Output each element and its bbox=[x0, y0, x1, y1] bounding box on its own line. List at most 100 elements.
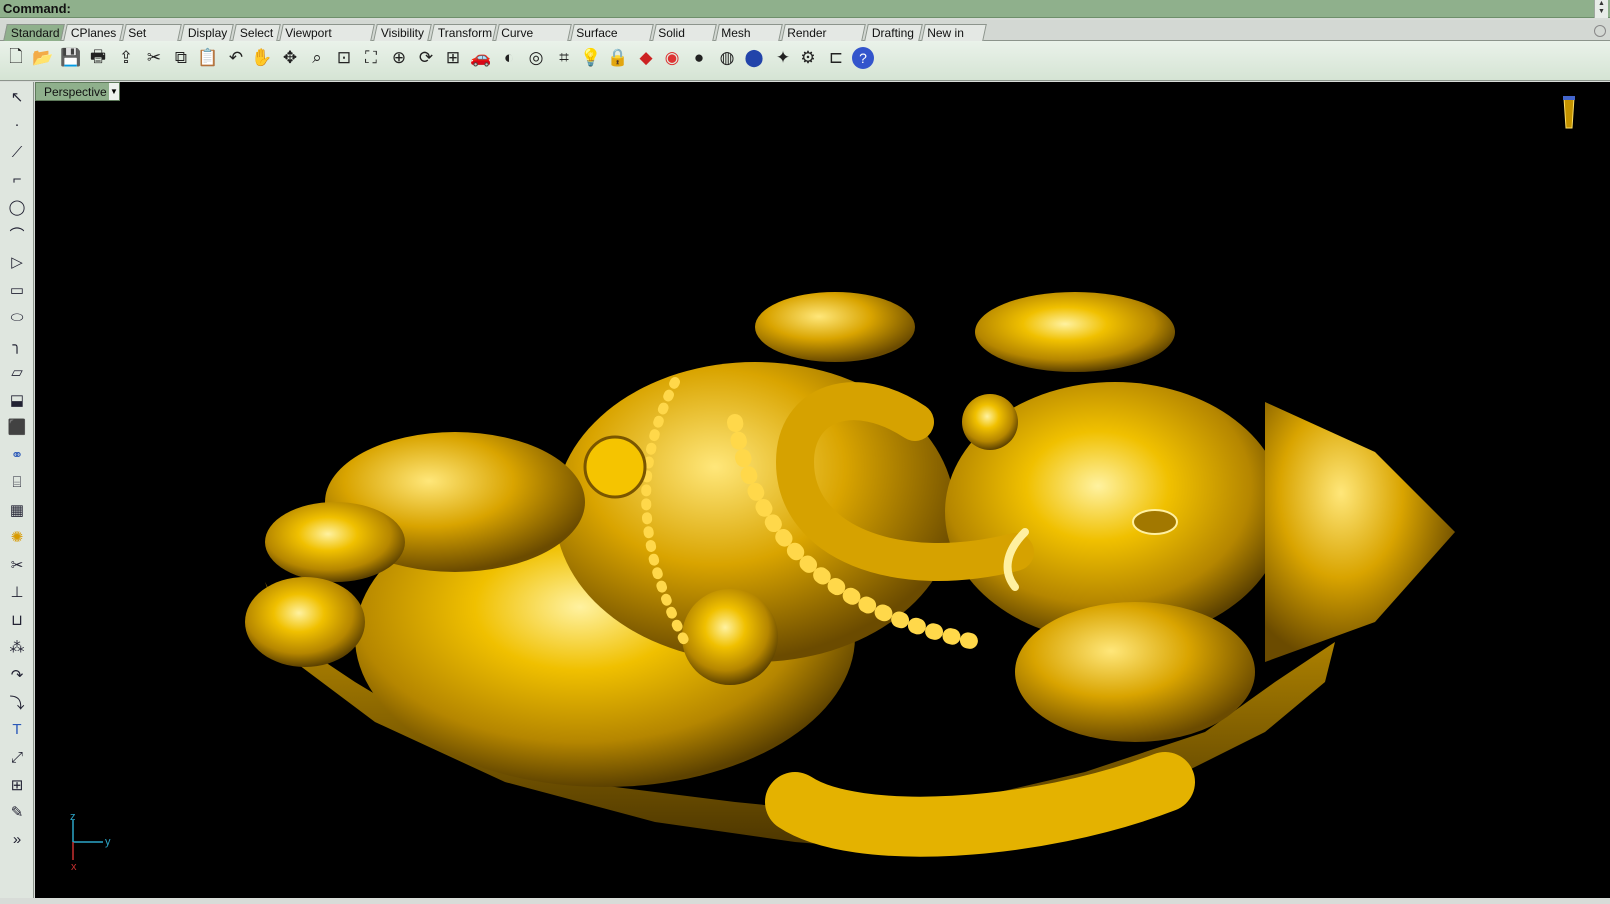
model-crown bbox=[1265, 402, 1455, 662]
gear-icon[interactable] bbox=[1594, 25, 1606, 37]
more-icon[interactable]: » bbox=[6, 829, 28, 851]
navigation-gumball-icon[interactable] bbox=[1558, 94, 1580, 134]
circle-icon[interactable]: ◯ bbox=[6, 196, 28, 218]
point-icon[interactable]: · bbox=[6, 114, 28, 136]
cylinder-icon[interactable]: ⌸ bbox=[6, 471, 28, 493]
copy-icon[interactable]: ⧉ bbox=[170, 47, 192, 69]
solid-box-icon[interactable]: ⬛ bbox=[6, 416, 28, 438]
zoom-extents-icon[interactable]: ⛶ bbox=[360, 47, 382, 69]
zoom-icon[interactable]: ⌕ bbox=[306, 47, 328, 69]
arc-icon[interactable]: ⌒ bbox=[6, 224, 28, 246]
layer-icon[interactable]: ◆ bbox=[635, 47, 657, 69]
join-icon[interactable]: ⊔ bbox=[6, 609, 28, 631]
render-sphere-icon[interactable]: ⬤ bbox=[743, 47, 765, 69]
new-file-icon[interactable]: 🗋 bbox=[5, 47, 27, 69]
tab-solid-tools[interactable]: Solid Tools bbox=[652, 24, 717, 56]
tab-label: Visibility bbox=[380, 26, 425, 40]
paste-icon[interactable]: 📋 bbox=[197, 47, 219, 69]
ellipse-icon[interactable]: ⬭ bbox=[6, 306, 28, 328]
tab-label: CPlanes bbox=[70, 26, 117, 40]
tab-select[interactable]: Select bbox=[232, 24, 281, 41]
hide-icon[interactable]: ◐ bbox=[498, 47, 520, 69]
axis-label-x: x bbox=[71, 861, 77, 872]
text-icon[interactable]: T bbox=[6, 719, 28, 741]
viewport-title-tab[interactable]: Perspective ▼ bbox=[35, 82, 120, 101]
polygon-icon[interactable]: ▷ bbox=[6, 251, 28, 273]
tab-cplanes[interactable]: CPlanes bbox=[63, 24, 124, 41]
model-ear bbox=[1015, 602, 1255, 742]
rotate-icon[interactable]: ⤵ bbox=[6, 691, 28, 713]
polyline-icon[interactable]: ⟋ bbox=[6, 141, 28, 163]
lock-icon[interactable]: 🔒 bbox=[607, 47, 629, 69]
car-icon[interactable]: 🚗 bbox=[470, 47, 492, 69]
command-prompt-label: Command: bbox=[3, 1, 71, 16]
rectangle-icon[interactable]: ▭ bbox=[6, 279, 28, 301]
trim-icon[interactable]: ✂ bbox=[6, 554, 28, 576]
array-icon[interactable]: ⊞ bbox=[6, 774, 28, 796]
show-icon[interactable]: ◎ bbox=[525, 47, 547, 69]
tab-standard[interactable]: Standard bbox=[3, 24, 65, 41]
tab-label: Standard bbox=[10, 26, 60, 40]
tab-drafting[interactable]: Drafting bbox=[864, 24, 923, 41]
tab-transform[interactable]: Transform bbox=[430, 24, 497, 41]
tab-viewport-layout[interactable]: Viewport Layout bbox=[279, 24, 375, 56]
model-upper-hand bbox=[755, 292, 915, 362]
tab-visibility[interactable]: Visibility bbox=[373, 24, 432, 41]
group-icon[interactable]: ⁂ bbox=[6, 636, 28, 658]
model-modak bbox=[682, 589, 778, 685]
command-history-scrollbar[interactable]: ▲ ▼ bbox=[1594, 0, 1608, 18]
open-file-icon[interactable]: 📂 bbox=[32, 47, 54, 69]
export-icon[interactable]: ⇪ bbox=[115, 47, 137, 69]
perspective-viewport[interactable]: Perspective ▼ z y x bbox=[35, 82, 1610, 898]
command-bar[interactable]: Command: ▲ ▼ bbox=[0, 0, 1610, 18]
chevron-down-icon[interactable]: ▼ bbox=[109, 83, 119, 100]
dimension-icon[interactable]: ⤢ bbox=[6, 746, 28, 768]
wand-icon[interactable]: ✦ bbox=[772, 47, 794, 69]
help-icon[interactable]: ? bbox=[852, 47, 874, 69]
model-lower-arm bbox=[765, 752, 1195, 857]
tab-new-in-v5[interactable]: New in V5 bbox=[921, 24, 987, 56]
tab-mesh-tools[interactable]: Mesh Tools bbox=[715, 24, 783, 56]
extrude-icon[interactable]: ⬓ bbox=[6, 389, 28, 411]
cut-icon[interactable]: ✂ bbox=[143, 47, 165, 69]
zoom-window-icon[interactable]: ⊡ bbox=[333, 47, 355, 69]
save-icon[interactable]: 💾 bbox=[60, 47, 82, 69]
toolbar-tab-strip: Standard CPlanes Set View Display Select View… bbox=[0, 20, 1610, 56]
tab-render-tools[interactable]: Render Tools bbox=[781, 24, 866, 56]
print-icon[interactable]: 🖶 bbox=[87, 47, 109, 69]
select-arrow-icon[interactable]: ↖ bbox=[6, 86, 28, 108]
world-axis-icon: z y x bbox=[70, 812, 111, 872]
model-foot bbox=[265, 502, 405, 582]
shaded-sphere-icon[interactable]: ● bbox=[688, 47, 710, 69]
model-modak-small bbox=[962, 394, 1018, 450]
color-wheel-icon[interactable]: ◉ bbox=[661, 47, 683, 69]
surface-icon[interactable]: ▱ bbox=[6, 361, 28, 383]
mesh-icon[interactable]: ▦ bbox=[6, 499, 28, 521]
light-icon[interactable]: 💡 bbox=[580, 47, 602, 69]
grid-snap-icon[interactable]: ⊏ bbox=[825, 47, 847, 69]
move-icon[interactable]: ↷ bbox=[6, 664, 28, 686]
curve-icon[interactable]: ⌐ bbox=[6, 169, 28, 191]
tab-display[interactable]: Display bbox=[180, 24, 234, 41]
four-viewports-icon[interactable]: ⊞ bbox=[442, 47, 464, 69]
axis-label-z: z bbox=[70, 812, 76, 823]
zoom-selected-icon[interactable]: ⊕ bbox=[388, 47, 410, 69]
ganesha-model-render[interactable] bbox=[35, 82, 1610, 898]
tab-surface-tools[interactable]: Surface Tools bbox=[570, 24, 654, 56]
model-flower-ornament bbox=[583, 435, 647, 499]
select-points-icon[interactable]: ⌗ bbox=[553, 47, 575, 69]
options-gear-icon[interactable]: ⚙ bbox=[797, 47, 819, 69]
undo-icon[interactable]: ↶ bbox=[225, 47, 247, 69]
rotate-icon[interactable]: ⟳ bbox=[415, 47, 437, 69]
rendered-sphere-icon[interactable]: ◍ bbox=[716, 47, 738, 69]
fillet-icon[interactable]: ╮ bbox=[6, 334, 28, 356]
status-strip bbox=[0, 898, 1610, 904]
rotate-view-icon[interactable]: ✥ bbox=[279, 47, 301, 69]
pan-icon[interactable]: ✋ bbox=[251, 47, 273, 69]
explode-icon[interactable]: ✺ bbox=[6, 526, 28, 548]
split-icon[interactable]: ⊥ bbox=[6, 581, 28, 603]
boolean-icon[interactable]: ⚭ bbox=[6, 444, 28, 466]
edit-icon[interactable]: ✎ bbox=[6, 801, 28, 823]
tab-curve-tools[interactable]: Curve Tools bbox=[495, 24, 572, 56]
tab-set-view[interactable]: Set View bbox=[122, 24, 182, 56]
